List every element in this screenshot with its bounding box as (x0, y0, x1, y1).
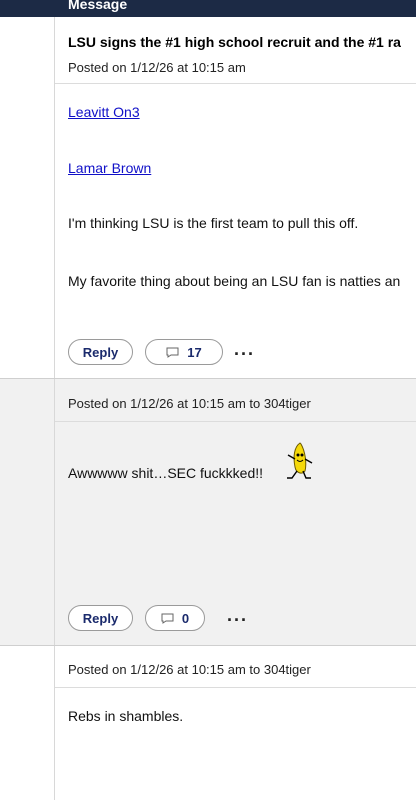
divider (55, 421, 416, 422)
divider (55, 83, 416, 84)
dancing-banana-icon (287, 442, 313, 479)
comment-bubble-icon (166, 347, 179, 358)
link-leavitt-on3[interactable]: Leavitt On3 (68, 104, 140, 120)
more-options-button[interactable]: ... (227, 605, 248, 626)
comment-bubble-icon (161, 613, 174, 624)
comment-count: 17 (187, 344, 202, 360)
post-text: Rebs in shambles. (68, 708, 184, 724)
header-title: Message (68, 0, 128, 12)
post-gutter (0, 17, 55, 378)
post-3: Posted on 1/12/26 at 10:15 am to 304tige… (0, 646, 416, 800)
link-lamar-brown[interactable]: Lamar Brown (68, 160, 151, 176)
more-options-button[interactable]: ... (234, 339, 255, 360)
divider (55, 687, 416, 688)
reply-button[interactable]: Reply (68, 339, 133, 365)
reply-button[interactable]: Reply (68, 605, 133, 631)
comments-button[interactable]: 17 (145, 339, 223, 365)
post-text: Awwwww shit…SEC fuckkked!! (68, 465, 264, 481)
post-gutter (0, 379, 55, 645)
post-2: Posted on 1/12/26 at 10:15 am to 304tige… (0, 379, 416, 646)
post-gutter (0, 646, 55, 800)
post-1: LSU signs the #1 high school recruit and… (0, 17, 416, 379)
comments-button[interactable]: 0 (145, 605, 205, 631)
comment-count: 0 (181, 610, 190, 626)
post-meta: Posted on 1/12/26 at 10:15 am (68, 60, 246, 75)
post-meta: Posted on 1/12/26 at 10:15 am to 304tige… (68, 396, 311, 411)
header-bar: Message (0, 0, 416, 17)
post-meta: Posted on 1/12/26 at 10:15 am to 304tige… (68, 662, 311, 677)
post-paragraph: I'm thinking LSU is the first team to pu… (68, 215, 359, 231)
post-paragraph: My favorite thing about being an LSU fan… (68, 273, 401, 289)
post-subject: LSU signs the #1 high school recruit and… (68, 34, 401, 50)
